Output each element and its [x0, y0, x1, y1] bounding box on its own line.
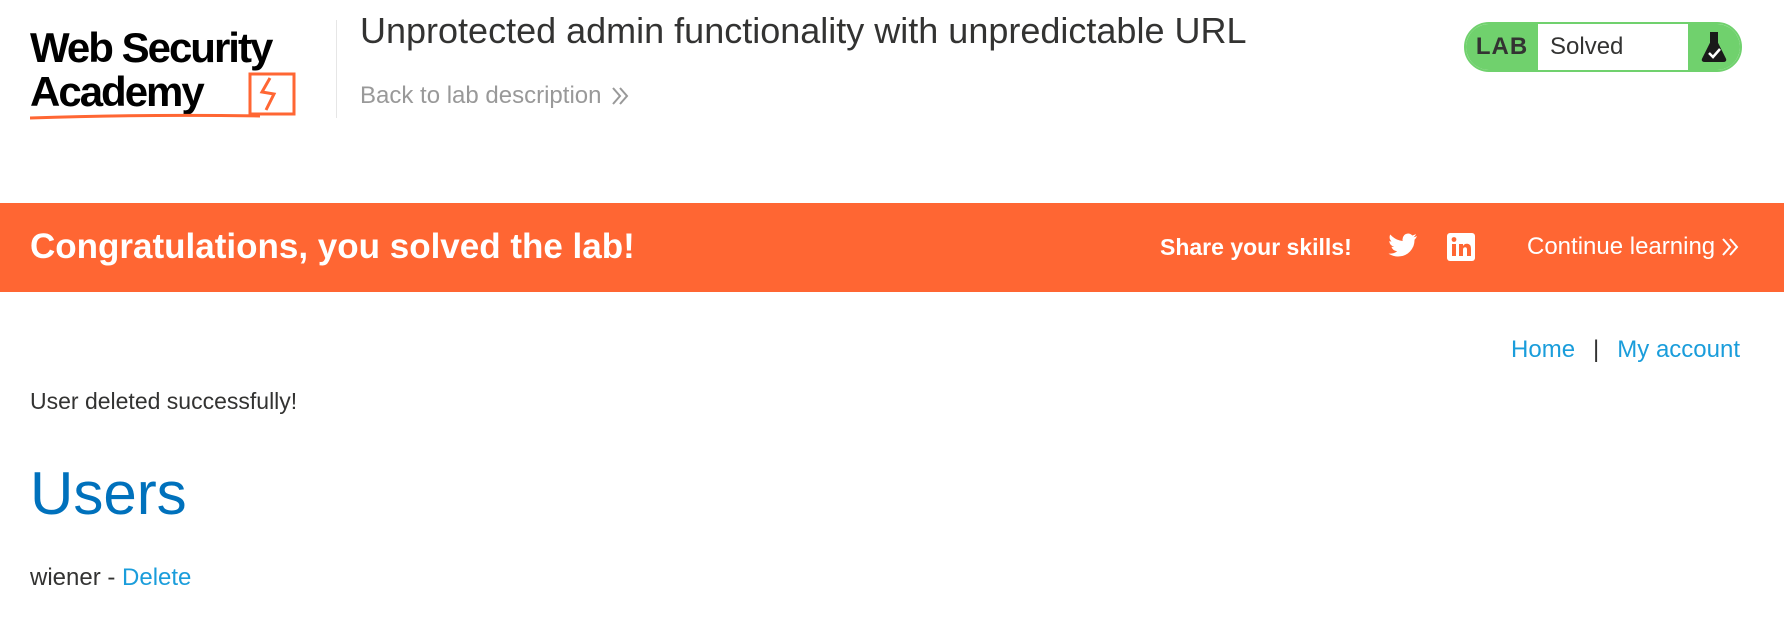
status-notice: User deleted successfully! — [30, 388, 298, 414]
back-to-description-link[interactable]: Back to lab description — [360, 82, 629, 110]
home-link[interactable]: Home — [1511, 336, 1575, 364]
lab-badge: LAB — [1466, 24, 1538, 70]
congratulations-message: Congratulations, you solved the lab! — [30, 227, 635, 266]
flask-check-icon — [1688, 24, 1740, 70]
solved-banner: Congratulations, you solved the lab! Sha… — [0, 203, 1784, 292]
back-link-label: Back to lab description — [360, 82, 602, 109]
user-name: wiener — [30, 564, 101, 591]
twitter-icon[interactable] — [1388, 233, 1418, 264]
delete-user-link[interactable]: Delete — [122, 564, 191, 591]
double-chevron-right-icon — [1722, 238, 1739, 256]
header-divider — [336, 20, 337, 118]
user-separator: - — [100, 564, 123, 591]
lab-status-widget: LAB Solved — [1464, 22, 1742, 72]
lab-title: Unprotected admin functionality with unp… — [360, 10, 1247, 51]
share-label: Share your skills! — [1160, 234, 1352, 260]
continue-learning-label: Continue learning — [1527, 233, 1716, 260]
double-chevron-right-icon — [612, 87, 629, 105]
users-heading: Users — [30, 460, 187, 527]
user-list-item: wiener - Delete — [30, 564, 191, 592]
nav-separator: | — [1593, 336, 1600, 363]
logo-text-line2: Academy — [30, 68, 205, 115]
my-account-link[interactable]: My account — [1617, 336, 1740, 364]
web-security-academy-logo[interactable]: Web Security Academy — [30, 22, 340, 130]
logo-text-line1: Web Security — [30, 24, 274, 71]
lab-status-text: Solved — [1550, 33, 1624, 60]
top-nav: Home | My account — [1511, 336, 1740, 364]
page-header: Web Security Academy Unprotected admin f… — [0, 0, 1784, 203]
lab-title-block: Unprotected admin functionality with unp… — [360, 10, 1247, 109]
continue-learning-link[interactable]: Continue learning — [1527, 233, 1739, 261]
linkedin-icon[interactable] — [1447, 233, 1475, 266]
